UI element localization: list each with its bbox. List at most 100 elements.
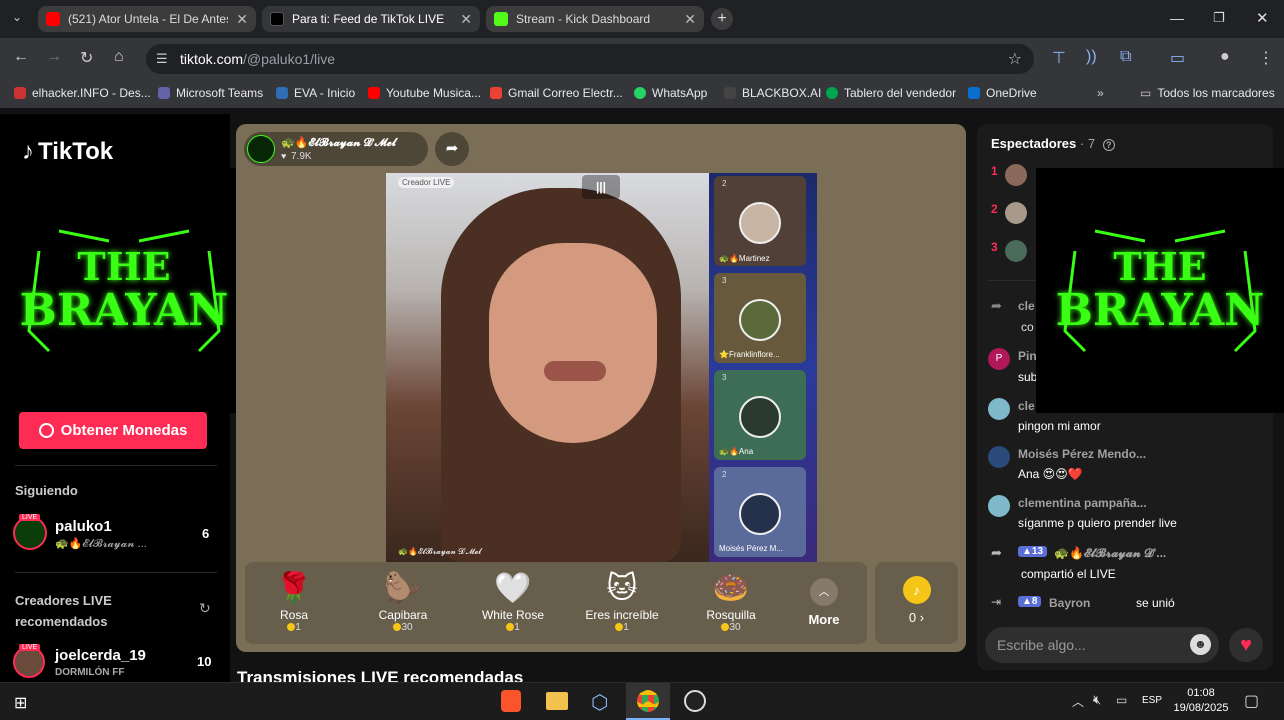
chat-username[interactable]: Moisés Pérez Mendo... — [1018, 447, 1146, 461]
bookmark-item[interactable]: WhatsApp — [634, 86, 707, 100]
bookmark-item[interactable]: EVA - Inicio — [276, 86, 355, 100]
forward-icon[interactable]: → — [46, 48, 62, 66]
close-tab-icon[interactable]: ✕ — [236, 11, 248, 28]
bookmark-item[interactable]: Tablero del vendedor — [826, 86, 956, 100]
gift-price-value: 1 — [514, 622, 520, 633]
bookmark-item[interactable]: Microsoft Teams — [158, 86, 263, 100]
read-aloud-icon[interactable]: )) — [1086, 48, 1097, 66]
file-explorer-icon[interactable] — [546, 692, 568, 710]
recommended-item[interactable]: LIVE joelcerda_19 DORMILÓN FF 10 — [13, 644, 213, 680]
rank-number: 1 — [991, 164, 998, 178]
share-button[interactable]: ➦ — [435, 132, 469, 166]
obs-icon[interactable] — [684, 690, 706, 712]
battery-icon[interactable]: ▭ — [1116, 693, 1127, 707]
close-tab-icon[interactable]: ✕ — [460, 11, 472, 28]
share-username[interactable]: 🐢🔥𝓔𝓵𝓑𝓻𝓪𝔂𝓪𝓷 𝓓'... — [1054, 546, 1166, 561]
bookmark-item[interactable]: elhacker.INFO - Des... — [14, 86, 151, 100]
maximize-icon[interactable]: ❐ — [1213, 10, 1225, 26]
host-chip[interactable]: 🐢🔥𝓔𝓵𝓑𝓻𝓪𝔂𝓪𝓷 𝓓'𝓜𝓮𝓵 ♥ 7.9K — [244, 132, 428, 166]
all-bookmarks[interactable]: ▭ Todos los marcadores — [1140, 86, 1275, 100]
close-window-icon[interactable]: ✕ — [1256, 9, 1269, 27]
bookmark-item[interactable]: Youtube Musica... — [368, 86, 481, 100]
viewer-rank[interactable]: 2 — [991, 202, 1027, 224]
profile-avatar-icon[interactable]: ● — [1220, 48, 1230, 66]
more-gifts-button[interactable]: ︿ More — [800, 578, 848, 627]
windows-start-icon[interactable]: ⊞ — [14, 693, 27, 713]
viewers-count: · 7 — [1079, 136, 1096, 151]
recommended-header-line: recomendados — [15, 614, 108, 629]
guest-name: 🐢🔥Martinez — [719, 254, 770, 263]
chevron-up-tray-icon[interactable]: ︿ — [1072, 693, 1084, 710]
guest-tile[interactable]: 3 ⭐Franklinflore... — [714, 273, 806, 363]
new-tab-icon[interactable]: + — [711, 8, 733, 30]
tiktok-logo[interactable]: ♪ TikTok — [22, 138, 113, 166]
address-bar[interactable]: ☰ tiktok.com/@paluko1/live ☆ — [146, 44, 1034, 74]
gift-eres-increible[interactable]: 🐱 Eres increíble 1 — [577, 570, 667, 633]
guest-badge: 3 — [722, 373, 727, 382]
notifications-icon[interactable]: ▢ — [1244, 691, 1259, 711]
chat-username[interactable]: cle — [1018, 399, 1035, 413]
cube-app-icon[interactable]: ⬡ — [591, 690, 608, 715]
gift-capibara[interactable]: 🦫 Capibara 30 — [358, 570, 448, 633]
face-shape — [489, 243, 657, 443]
chat-username[interactable]: Pin — [1018, 349, 1037, 363]
viewers-header[interactable]: Espectadores · 7 ? — [991, 136, 1115, 151]
clock[interactable]: 01:08 19/08/2025 — [1168, 686, 1234, 716]
join-username[interactable]: Bayron — [1049, 596, 1090, 610]
site-info-icon[interactable]: ☰ — [156, 51, 168, 67]
tab-tiktok[interactable]: Para ti: Feed de TikTok LIVE ✕ — [262, 6, 480, 32]
coins-balance-box[interactable]: ♪ 0 › — [875, 562, 958, 644]
host-avatar — [247, 135, 275, 163]
like-button[interactable]: ♥ — [1229, 628, 1263, 662]
chrome-icon[interactable] — [626, 683, 670, 720]
gift-rosquilla[interactable]: 🍩 Rosquilla 30 — [686, 570, 776, 633]
following-item[interactable]: LIVE paluko1 🐢🔥𝓔𝓵𝓑𝓻𝓪𝔂𝓪𝓷 ... 6 — [13, 514, 213, 552]
chat-text: Ana 😍😍❤️ — [1018, 467, 1083, 481]
back-icon[interactable]: ← — [13, 48, 29, 66]
get-coins-button[interactable]: Obtener Monedas — [19, 412, 207, 449]
guest-tile[interactable]: 2 🐢🔥Martinez — [714, 176, 806, 266]
viewer-rank[interactable]: 3 — [991, 240, 1027, 262]
gift-rosa[interactable]: 🌹 Rosa 1 — [249, 570, 339, 633]
viewer-avatar — [1005, 164, 1027, 186]
audio-bars-icon[interactable]: ||| — [582, 175, 620, 199]
chat-username[interactable]: cle — [1018, 299, 1035, 313]
emoji-icon[interactable]: ☻ — [1190, 634, 1211, 655]
gift-price: 1 — [468, 622, 558, 633]
extensions-icon[interactable]: ⧉ — [1120, 48, 1131, 66]
chrome-logo — [637, 690, 659, 712]
avatar — [13, 516, 47, 550]
gift-name: Capibara — [378, 608, 428, 622]
reading-mode-icon[interactable]: ▭ — [1170, 48, 1185, 68]
chat-username[interactable]: clementina pampaña... — [1018, 496, 1147, 510]
menu-icon[interactable]: ⋮ — [1258, 48, 1274, 68]
level-value: 8 — [1031, 596, 1038, 607]
guest-tile[interactable]: 3 🐢🔥Ana — [714, 370, 806, 460]
refresh-icon[interactable]: ↻ — [199, 600, 211, 617]
brave-icon[interactable] — [501, 690, 521, 712]
tab-youtube[interactable]: (521) Ator Untela - El De Antes ✕ — [38, 6, 256, 32]
viewer-rank[interactable]: 1 — [991, 164, 1027, 186]
eva-icon — [276, 87, 288, 99]
right-banner-overlay: THE BRAYAN — [1036, 168, 1284, 413]
bookmark-item[interactable]: Gmail Correo Electr... — [490, 86, 623, 100]
tab-kick[interactable]: Stream - Kick Dashboard ✕ — [486, 6, 704, 32]
bookmark-item[interactable]: BLACKBOX.AI — [724, 86, 821, 100]
tab-search-icon[interactable]: ⌄ — [12, 10, 22, 24]
bookmark-item[interactable]: OneDrive — [968, 86, 1037, 100]
help-icon[interactable]: ? — [1102, 139, 1115, 151]
bookmark-star-icon[interactable]: ☆ — [1008, 49, 1022, 69]
language-indicator[interactable]: ESP — [1142, 695, 1162, 706]
live-video[interactable]: Creador LIVE ||| 🐢🔥𝓔𝓵𝓑𝓻𝓪𝔂𝓪𝓷 𝓓'𝓜𝓮𝓵 2 🐢🔥Ma… — [386, 173, 817, 562]
translate-icon[interactable]: ⊤ — [1052, 48, 1066, 68]
minimize-icon[interactable]: — — [1170, 10, 1184, 26]
chat-input[interactable]: Escribe algo... ☻ — [985, 627, 1219, 663]
bookmarks-overflow-icon[interactable]: » — [1097, 86, 1104, 100]
gift-white-rose[interactable]: 🤍 White Rose 1 — [468, 570, 558, 633]
close-tab-icon[interactable]: ✕ — [684, 11, 696, 28]
guest-badge: 2 — [722, 179, 727, 188]
reload-icon[interactable]: ↻ — [80, 48, 93, 68]
guest-tile[interactable]: 2 Moisés Pérez M... — [714, 467, 806, 557]
home-icon[interactable]: ⌂ — [114, 48, 124, 66]
volume-muted-icon[interactable]: 🔇︎ — [1093, 692, 1101, 708]
